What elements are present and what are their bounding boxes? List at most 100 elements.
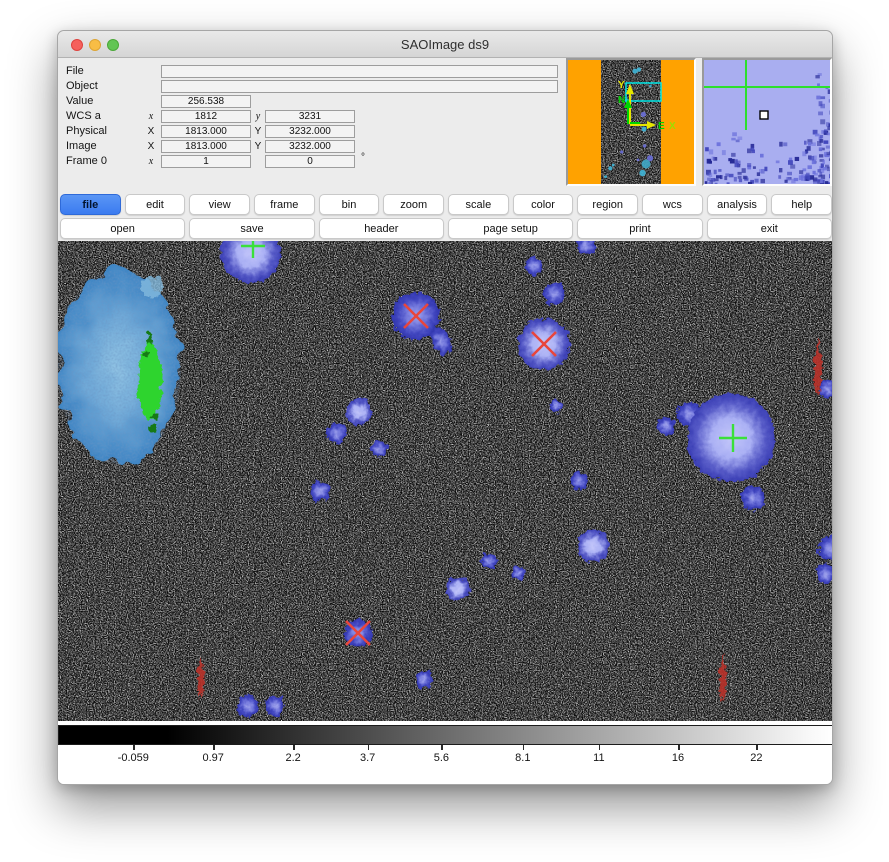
colorbar-tick-label: 3.7: [360, 752, 375, 764]
star-blob: [577, 530, 609, 562]
wcs-label: WCS a: [66, 109, 101, 124]
ds9-window: SAOImage ds9 File Object Value 256.538 W…: [57, 30, 833, 785]
menu-print-button[interactable]: print: [577, 218, 702, 239]
physical-y-field[interactable]: 3232.000: [265, 125, 355, 138]
star-blob: [570, 472, 588, 490]
colorbar-tick-label: 22: [750, 752, 762, 764]
image-y-label: Y: [251, 139, 265, 154]
colorbar-tick-label: 5.6: [434, 752, 449, 764]
panner-north-label: N: [618, 95, 625, 106]
menu-wcs-button[interactable]: wcs: [642, 194, 703, 215]
star-blob: [446, 577, 470, 601]
menu-row-secondary: opensaveheaderpage setupprintexit: [58, 218, 833, 240]
physical-label: Physical: [66, 124, 107, 139]
star-blob: [327, 423, 347, 443]
colorbar-tick: [599, 745, 601, 750]
star-blob: [415, 670, 433, 688]
nebula-green-knob: [148, 425, 156, 433]
nebula-green-knob: [152, 414, 158, 420]
colorbar-area: -0.059 0.97 2.2 3.7 5.6 8.1 11 16 22: [58, 721, 833, 785]
titlebar[interactable]: SAOImage ds9: [58, 31, 832, 58]
menu-frame-button[interactable]: frame: [254, 194, 315, 215]
colorbar-tick-label: 2.2: [285, 752, 300, 764]
star-blob: [741, 486, 765, 510]
menu-save-button[interactable]: save: [189, 218, 314, 239]
nebula-green-knob: [146, 337, 154, 345]
magnifier-cursor-pixel-box: [760, 111, 768, 119]
image-y-field[interactable]: 3232.000: [265, 140, 355, 153]
menu-edit-button[interactable]: edit: [125, 194, 186, 215]
object-label: Object: [66, 79, 98, 94]
frame-x-label: x: [144, 154, 158, 169]
panner-canvas[interactable]: Y N E X: [568, 60, 694, 184]
colorbar-tick-label: 8.1: [515, 752, 530, 764]
menu-help-button[interactable]: help: [771, 194, 832, 215]
nebula-green-knob: [148, 333, 153, 338]
image-frame: [58, 241, 833, 721]
frame-rotate-field[interactable]: 0: [265, 155, 355, 168]
sky-image-canvas[interactable]: [58, 241, 833, 721]
menu-zoom-button[interactable]: zoom: [383, 194, 444, 215]
panner[interactable]: Y N E X: [566, 58, 696, 186]
menu-row-primary: fileeditviewframebinzoomscalecolorregion…: [58, 194, 833, 216]
star-blob: [371, 441, 387, 457]
menu-page-setup-button[interactable]: page setup: [448, 218, 573, 239]
star-blob: [550, 400, 562, 412]
physical-x-field[interactable]: 1813.000: [161, 125, 251, 138]
menu-color-button[interactable]: color: [513, 194, 574, 215]
nebula-light-patch: [141, 276, 163, 298]
object-field[interactable]: [161, 80, 558, 93]
frame-label: Frame 0: [66, 154, 107, 169]
value-label: Value: [66, 94, 93, 109]
file-label: File: [66, 64, 84, 79]
menu-region-button[interactable]: region: [577, 194, 638, 215]
star-blob: [237, 695, 259, 717]
wcs-y-field[interactable]: 3231: [265, 110, 355, 123]
frame-zoom-field[interactable]: 1: [161, 155, 251, 168]
file-field[interactable]: [161, 65, 558, 78]
star-blob: [310, 481, 330, 501]
wcs-y-label: y: [251, 109, 265, 124]
colorbar[interactable]: [58, 725, 833, 745]
nebula-green-core: [138, 344, 162, 420]
colorbar-tick: [756, 745, 758, 750]
colorbar-tick: [441, 745, 443, 750]
colorbar-tick-label: 0.97: [202, 752, 223, 764]
magnifier-canvas[interactable]: [704, 60, 830, 184]
colorbar-tick-label: -0.059: [118, 752, 149, 764]
menu-analysis-button[interactable]: analysis: [707, 194, 768, 215]
wcs-x-field[interactable]: 1812: [161, 110, 251, 123]
sky-noise-white: [58, 241, 833, 721]
degree-symbol: °: [361, 152, 365, 163]
menu-exit-button[interactable]: exit: [707, 218, 832, 239]
colorbar-tick: [368, 745, 370, 750]
value-field[interactable]: 256.538: [161, 95, 251, 108]
star-blob: [265, 696, 285, 716]
star-blob: [657, 417, 675, 435]
colorbar-tick: [293, 745, 295, 750]
menu-scale-button[interactable]: scale: [448, 194, 509, 215]
menu-bin-button[interactable]: bin: [319, 194, 380, 215]
star-blob: [543, 283, 565, 305]
menu-file-button[interactable]: file: [60, 194, 121, 215]
star-blob: [511, 566, 525, 580]
window-title: SAOImage ds9: [58, 31, 832, 58]
image-x-label: X: [144, 139, 158, 154]
wcs-x-label: x: [144, 109, 158, 124]
colorbar-tick: [133, 745, 135, 750]
colorbar-tick: [678, 745, 680, 750]
menu-view-button[interactable]: view: [189, 194, 250, 215]
star-blob: [346, 399, 372, 425]
colorbar-tick: [213, 745, 215, 750]
star-blob: [481, 553, 497, 569]
colorbar-tick-label: 16: [672, 752, 684, 764]
physical-y-label: Y: [251, 124, 265, 139]
panner-x-axis-label: X: [669, 121, 676, 132]
panner-y-axis-label: Y: [618, 80, 625, 91]
colorbar-tick-label: 11: [593, 752, 604, 764]
colorbar-tick: [523, 745, 525, 750]
menu-header-button[interactable]: header: [319, 218, 444, 239]
menu-open-button[interactable]: open: [60, 218, 185, 239]
image-x-field[interactable]: 1813.000: [161, 140, 251, 153]
magnifier[interactable]: [702, 58, 832, 186]
